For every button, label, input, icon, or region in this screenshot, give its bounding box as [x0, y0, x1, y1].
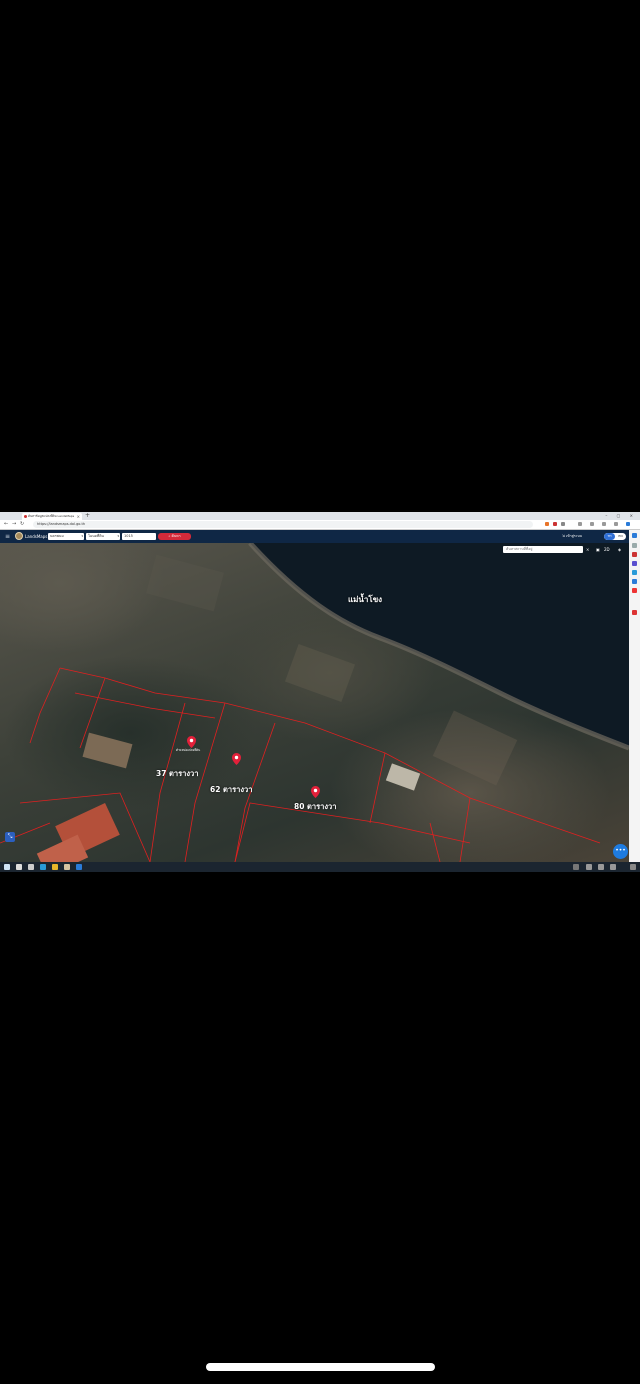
- ios-home-indicator[interactable]: [206, 1363, 435, 1371]
- map-pin-icon[interactable]: [311, 786, 320, 798]
- edge-icon[interactable]: [40, 864, 46, 870]
- layers-icon[interactable]: ◈: [618, 546, 621, 553]
- toggle-off-label: EN: [618, 534, 623, 538]
- hamburger-menu-icon[interactable]: ≡: [5, 533, 10, 540]
- chevron-down-icon: ▾: [117, 534, 119, 538]
- close-tab-icon[interactable]: ×: [77, 513, 80, 520]
- browser-sidebar: [629, 530, 640, 862]
- parcel-type-value: โฉนดที่ดิน: [88, 534, 104, 538]
- print-icon[interactable]: ▣: [596, 546, 600, 553]
- search-button[interactable]: ⌕ ค้นหา: [158, 533, 191, 540]
- store-icon[interactable]: [64, 864, 70, 870]
- sidebar-shopping-icon[interactable]: [632, 543, 637, 548]
- close-icon[interactable]: ×: [586, 546, 589, 553]
- tray-icons[interactable]: [586, 864, 592, 870]
- province-select[interactable]: นครพนม ▾: [48, 533, 84, 540]
- dol-logo: [15, 532, 23, 540]
- parcel-number-input[interactable]: 1015: [122, 533, 156, 540]
- parcel-area-label: 62 ตารางวา: [210, 785, 253, 794]
- url-field[interactable]: https://landsmaps.dol.go.th: [33, 521, 533, 528]
- favicon-icon: [24, 515, 27, 518]
- map-pin-icon[interactable]: [187, 736, 196, 748]
- map-pin-icon[interactable]: [232, 753, 241, 765]
- map-mode-label[interactable]: 2D: [604, 546, 610, 553]
- parcel-area-label: 37 ตารางวา: [156, 769, 199, 778]
- province-select-value: นครพนม: [50, 534, 64, 538]
- scale-toggle-icon[interactable]: ⤡: [5, 832, 15, 842]
- task-view-icon[interactable]: [28, 864, 34, 870]
- screenshot-frame: ค้นหาข้อมูลแปลงที่ดิน LandsMaps × + – ▢ …: [0, 512, 640, 872]
- extension-icon[interactable]: [553, 522, 557, 526]
- brand-name: LandsMaps: [25, 534, 48, 539]
- sidebar-games-icon[interactable]: [632, 561, 637, 566]
- sidebar-add-icon[interactable]: [632, 610, 637, 615]
- forward-icon[interactable]: →: [12, 521, 16, 528]
- parcel-area-label: 80 ตารางวา: [294, 802, 337, 811]
- satellite-map[interactable]: ค้นหาสถานที่ที่อยู่ × ▣ 2D ◈ แม่น้ำโขง ต…: [0, 543, 629, 862]
- window-controls[interactable]: – ▢ ×: [605, 512, 637, 520]
- keyboard-icon[interactable]: [573, 864, 579, 870]
- more-options-button[interactable]: •••: [613, 844, 628, 859]
- language-toggle[interactable]: TH EN: [604, 533, 626, 540]
- extension-icon[interactable]: [545, 522, 549, 526]
- notification-icon[interactable]: [630, 864, 636, 870]
- river-label: แม่น้ำโขง: [348, 595, 383, 604]
- place-search-input[interactable]: ค้นหาสถานที่ที่อยู่: [503, 546, 583, 553]
- new-tab-icon[interactable]: +: [85, 512, 90, 520]
- reload-icon[interactable]: ↻: [20, 521, 24, 528]
- downloads-icon[interactable]: [602, 522, 606, 526]
- browser-address-bar: ← → ↻ https://landsmaps.dol.go.th: [0, 520, 640, 530]
- sidebar-office-icon[interactable]: [632, 570, 637, 575]
- search-icon[interactable]: [16, 864, 22, 870]
- mail-icon[interactable]: [76, 864, 82, 870]
- login-link[interactable]: ⇲ เข้าสู่ระบบ: [562, 533, 582, 540]
- sidebar-drop-icon[interactable]: [632, 588, 637, 593]
- login-label: เข้าสู่ระบบ: [566, 534, 582, 538]
- pin-caption: ตำแหน่งแปลงที่ดิน: [176, 748, 201, 752]
- copilot-icon[interactable]: [626, 522, 630, 526]
- windows-taskbar: [0, 862, 640, 872]
- network-icon[interactable]: [598, 864, 604, 870]
- toggle-on-label: TH: [604, 533, 615, 540]
- sidebar-search-icon[interactable]: [632, 533, 637, 538]
- app-header: ≡ LandsMaps นครพนม ▾ โฉนดที่ดิน ▾ 1015 ⌕ ค…: [0, 530, 630, 543]
- sidebar-tools-icon[interactable]: [632, 552, 637, 557]
- back-icon[interactable]: ←: [4, 521, 8, 528]
- favorites-icon[interactable]: [578, 522, 582, 526]
- collections-icon[interactable]: [590, 522, 594, 526]
- file-explorer-icon[interactable]: [52, 864, 58, 870]
- browser-tab[interactable]: ค้นหาข้อมูลแปลงที่ดิน LandsMaps ×: [22, 513, 82, 520]
- search-button-label: ค้นหา: [171, 534, 181, 538]
- sidebar-outlook-icon[interactable]: [632, 579, 637, 584]
- browser-tab-bar: ค้นหาข้อมูลแปลงที่ดิน LandsMaps × + – ▢ …: [0, 512, 640, 520]
- extension-icon[interactable]: [561, 522, 565, 526]
- profile-icon[interactable]: [614, 522, 618, 526]
- start-icon[interactable]: [4, 864, 10, 870]
- volume-icon[interactable]: [610, 864, 616, 870]
- chevron-down-icon: ▾: [81, 534, 83, 538]
- tab-title: ค้นหาข้อมูลแปลงที่ดิน LandsMaps: [28, 514, 75, 518]
- parcel-type-select[interactable]: โฉนดที่ดิน ▾: [86, 533, 120, 540]
